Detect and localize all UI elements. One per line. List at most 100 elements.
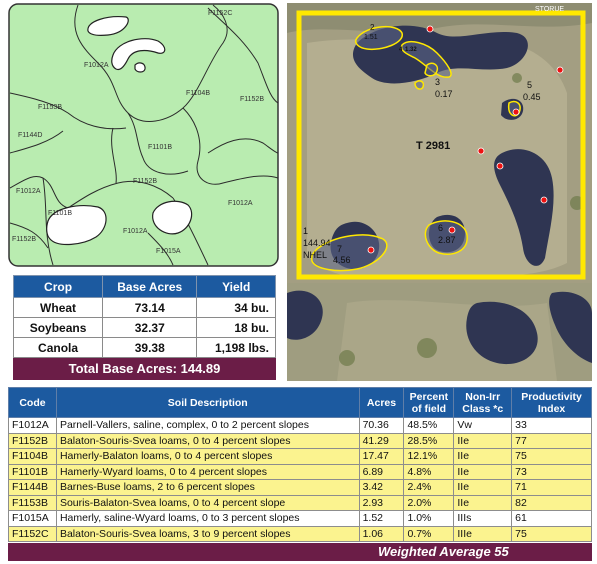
crop-acres: 73.14 — [102, 297, 198, 318]
soil-class: IIe — [453, 463, 513, 480]
field-number: 3 — [435, 77, 440, 87]
soil-code: F1153B — [8, 494, 57, 511]
soil-description: Balaton-Souris-Svea loams, 0 to 4 percen… — [55, 432, 360, 449]
soil-acres: 1.06 — [358, 525, 405, 542]
soil-map: F1152C F1012A F1104B F1153B F1152B F1144… — [8, 3, 279, 267]
aerial-photo: STORUE 2 1.51 1.32 4 3 0.17 5 0.45 T 298… — [287, 3, 592, 381]
index-header: Productivity Index — [511, 387, 592, 418]
soil-row: F1152B Balaton-Souris-Svea loams, 0 to 4… — [8, 432, 592, 449]
field-acres: 144.94 — [303, 238, 331, 248]
soil-code: F1152C — [8, 525, 57, 542]
soil-map-label: F1012A — [84, 62, 109, 69]
field-acres: 0.45 — [523, 92, 541, 102]
soil-map-label: F1012A — [228, 200, 253, 207]
field-number: 5 — [527, 80, 532, 90]
soil-map-label: F1101B — [48, 210, 72, 217]
soil-acres: 2.93 — [358, 494, 405, 511]
crop-base-table: Crop Base Acres Yield Wheat 73.14 34 bu.… — [12, 275, 276, 358]
soil-description: Hamerly-Wyard loams, 0 to 4 percent slop… — [55, 463, 360, 480]
field-acres: 4.56 — [333, 255, 351, 265]
soil-percent: 2.4% — [403, 479, 455, 496]
field-number: 6 — [438, 223, 443, 233]
soil-percent: 28.5% — [403, 432, 455, 449]
soil-class: IIe — [453, 432, 513, 449]
description-header: Soil Description — [55, 387, 360, 418]
soil-acres: 3.42 — [358, 479, 405, 496]
soil-percent: 4.8% — [403, 463, 455, 480]
crop-acres: 39.38 — [102, 337, 198, 358]
soil-index: 75 — [511, 448, 592, 465]
field-acres: 0.17 — [435, 89, 453, 99]
soil-row: F1152C Balaton-Souris-Svea loams, 3 to 9… — [8, 525, 592, 542]
soil-code: F1144B — [8, 479, 57, 496]
soil-index: 75 — [511, 525, 592, 542]
soil-map-label: F1144D — [18, 132, 42, 139]
crop-row: Soybeans 32.37 18 bu. — [12, 317, 276, 338]
soil-class: IIe — [453, 448, 513, 465]
acres-header: Acres — [358, 387, 405, 418]
field-note: NHEL — [303, 250, 327, 260]
field-acres: 2.87 — [438, 235, 456, 245]
soil-row: F1104B Hamerly-Balaton loams, 0 to 4 per… — [8, 448, 592, 465]
soil-class: IIe — [453, 494, 513, 511]
soil-map-label: F1152B — [12, 236, 36, 243]
soil-description: Hamerly, saline-Wyard loams, 0 to 3 perc… — [55, 510, 360, 527]
crop-name: Wheat — [12, 297, 104, 318]
soil-index: 33 — [511, 417, 592, 434]
soil-description: Hamerly-Balaton loams, 0 to 4 percent sl… — [55, 448, 360, 465]
yield-header: Yield — [196, 275, 276, 298]
field-number: 2 — [370, 23, 375, 32]
total-base-acres: Total Base Acres: 144.89 — [13, 358, 276, 380]
crop-yield: 1,198 lbs. — [196, 337, 276, 358]
crop-yield: 18 bu. — [196, 317, 276, 338]
soil-acres: 70.36 — [358, 417, 405, 434]
crop-row: Wheat 73.14 34 bu. — [12, 297, 276, 318]
soil-row: F1015A Hamerly, saline-Wyard loams, 0 to… — [8, 510, 592, 527]
soil-map-label: F1104B — [186, 90, 210, 97]
soil-code: F1015A — [8, 510, 57, 527]
field-number: 1 — [303, 226, 308, 236]
soil-index: 61 — [511, 510, 592, 527]
soil-map-label: F1152B — [133, 178, 157, 185]
crop-row: Canola 39.38 1,198 lbs. — [12, 337, 276, 358]
soil-index: 71 — [511, 479, 592, 496]
percent-header: Percent of field — [403, 387, 455, 418]
crop-name: Soybeans — [12, 317, 104, 338]
soil-class: IIe — [453, 479, 513, 496]
field-acres: 1.32 — [405, 47, 417, 53]
soil-index: 82 — [511, 494, 592, 511]
soil-acres: 17.47 — [358, 448, 405, 465]
field-acres: 1.51 — [364, 34, 378, 41]
class-header: Non-Irr Class *c — [453, 387, 513, 418]
field-number: 7 — [337, 244, 342, 254]
crop-header: Crop — [12, 275, 104, 298]
crop-name: Canola — [12, 337, 104, 358]
soil-percent: 1.0% — [403, 510, 455, 527]
weighted-average: Weighted Average 55 — [8, 543, 592, 561]
soil-acres: 41.29 — [358, 432, 405, 449]
soil-map-label: F1152B — [240, 96, 264, 103]
soil-percent: 2.0% — [403, 494, 455, 511]
soil-class: IIIs — [453, 510, 513, 527]
soil-index: 73 — [511, 463, 592, 480]
soil-description: Balaton-Souris-Svea loams, 3 to 9 percen… — [55, 525, 360, 542]
tract-number: T 2981 — [416, 140, 450, 152]
soil-row: F1144B Barnes-Buse loams, 2 to 6 percent… — [8, 479, 592, 496]
soil-code: F1152B — [8, 432, 57, 449]
soil-map-label: F1012A — [16, 188, 41, 195]
soil-map-label: F1153B — [38, 104, 62, 111]
code-header: Code — [8, 387, 57, 418]
base-acres-header: Base Acres — [102, 275, 198, 298]
soil-description: Parnell-Vallers, saline, complex, 0 to 2… — [55, 417, 360, 434]
soil-index: 77 — [511, 432, 592, 449]
soil-map-label: F1015A — [156, 248, 181, 255]
soil-class: Vw — [453, 417, 513, 434]
soil-percent: 12.1% — [403, 448, 455, 465]
soil-description: Barnes-Buse loams, 2 to 6 percent slopes — [55, 479, 360, 496]
soil-class: IIIe — [453, 525, 513, 542]
soil-description: Souris-Balaton-Svea loams, 0 to 4 percen… — [55, 494, 360, 511]
soil-row: F1012A Parnell-Vallers, saline, complex,… — [8, 417, 592, 434]
soil-map-label: F1012A — [123, 228, 148, 235]
soil-percent: 0.7% — [403, 525, 455, 542]
soil-code: F1101B — [8, 463, 57, 480]
